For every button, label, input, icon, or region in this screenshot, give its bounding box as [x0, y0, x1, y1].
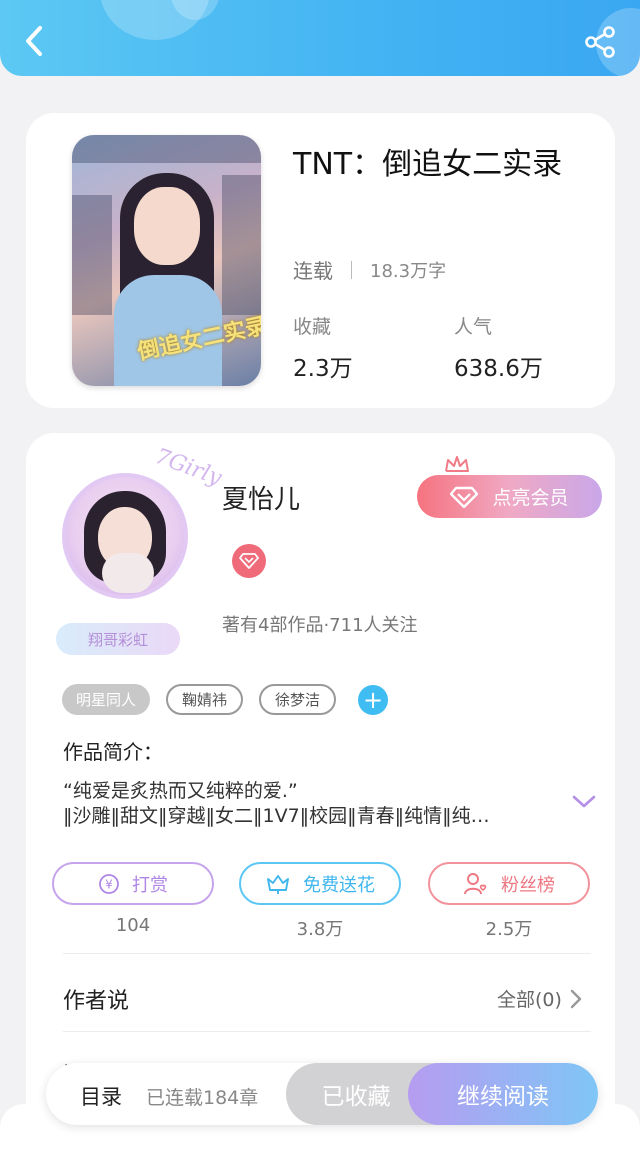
serial-status: 连载 — [293, 259, 333, 283]
cover-film-strip — [72, 195, 112, 315]
avatar-frame-lettering: 7Girly — [151, 444, 225, 491]
add-tag-button[interactable]: + — [358, 684, 389, 715]
author-card: 7Girly 翔哥彩虹 夏怡儿 点亮会员 著有4部作品·711人关注 明星同人 … — [26, 433, 615, 1133]
share-icon — [585, 26, 615, 58]
section-divider — [63, 1031, 591, 1032]
status-divider — [351, 260, 352, 279]
book-cover-image[interactable]: 倒追女二实录 — [72, 135, 261, 386]
intro-text: “纯爱是炙热而又纯粹的爱.” ‖沙雕‖甜文‖穿越‖女二‖1V7‖校园‖青春‖纯情… — [63, 779, 543, 829]
activate-vip-button[interactable]: 点亮会员 — [417, 475, 602, 518]
fans-count: 2.5万 — [485, 919, 533, 940]
yen-coin-icon: ¥ — [99, 873, 119, 894]
tip-button[interactable]: ¥ 打赏 — [52, 862, 214, 905]
all-link-label: 全部(0) — [497, 989, 562, 1011]
section-divider — [63, 953, 591, 954]
reading-action-bar: 目录 已连载184章 已收藏 继续阅读 — [46, 1063, 598, 1125]
flower-count: 3.8万 — [296, 919, 344, 940]
back-arrow-icon — [26, 26, 42, 56]
intro-line: “纯爱是炙热而又纯粹的爱.” — [63, 780, 298, 802]
fan-ranking-button[interactable]: 粉丝榜 — [428, 862, 590, 905]
table-of-contents-button[interactable]: 目录 — [80, 1081, 122, 1111]
tip-count: 104 — [115, 915, 151, 936]
diamond-icon — [450, 486, 479, 508]
book-info-card: 倒追女二实录 TNT：倒追女二实录 连载 18.3万字 收藏 2.3万 人气 6… — [26, 113, 615, 408]
favorites-value: 2.3万 — [293, 356, 353, 382]
diamond-icon — [239, 553, 259, 569]
svg-text:¥: ¥ — [105, 877, 113, 891]
cover-film-strip — [72, 135, 261, 163]
fan-badge[interactable]: 翔哥彩虹 — [56, 623, 180, 655]
author-says-title: 作者说 — [63, 989, 130, 1014]
send-flower-button[interactable]: 免费送花 — [239, 862, 401, 905]
chevron-right-icon — [570, 989, 582, 1008]
collected-label: 已收藏 — [321, 1084, 391, 1110]
share-button[interactable] — [582, 24, 618, 60]
author-says-all-link[interactable]: 全部(0) — [497, 985, 582, 1012]
word-count: 18.3万字 — [370, 260, 447, 282]
popularity-label: 人气 — [454, 316, 493, 338]
chapter-count: 已连载184章 — [146, 1087, 259, 1109]
tip-label: 打赏 — [132, 874, 168, 896]
tag-item[interactable]: 徐梦洁 — [259, 684, 337, 715]
chevron-down-icon — [572, 795, 596, 808]
crown-icon — [445, 456, 469, 472]
plus-icon: + — [362, 685, 384, 714]
intro-label: 作品简介： — [63, 740, 163, 764]
vip-button-label: 点亮会员 — [492, 487, 569, 509]
author-name[interactable]: 夏怡儿 — [222, 479, 300, 516]
avatar-teddy-bear — [102, 553, 154, 593]
tag-list: 明星同人 鞠婧祎 徐梦洁 + — [62, 684, 389, 715]
book-status-row: 连载 18.3万字 — [293, 255, 446, 284]
intro-line: ‖沙雕‖甜文‖穿越‖女二‖1V7‖校园‖青春‖纯情‖纯… — [63, 805, 490, 827]
cover-film-strip — [222, 175, 261, 315]
user-heart-icon — [464, 872, 487, 894]
tag-item[interactable]: 明星同人 — [62, 684, 151, 715]
popularity-value: 638.6万 — [454, 356, 543, 382]
author-avatar[interactable]: 7Girly — [54, 444, 225, 625]
favorites-label: 收藏 — [293, 316, 332, 338]
author-stats: 著有4部作品·711人关注 — [222, 615, 418, 636]
tag-item[interactable]: 鞠婧祎 — [166, 684, 244, 715]
flower-label: 免费送花 — [303, 874, 375, 896]
back-button[interactable] — [18, 22, 52, 60]
expand-intro-button[interactable] — [571, 793, 597, 811]
top-header — [0, 0, 640, 76]
cover-figure-face — [134, 187, 200, 265]
continue-reading-button[interactable]: 继续阅读 — [408, 1063, 598, 1125]
flower-icon — [267, 874, 289, 894]
book-title: TNT：倒追女二实录 — [293, 147, 563, 182]
fans-label: 粉丝榜 — [501, 874, 555, 896]
vip-diamond-badge[interactable] — [232, 544, 266, 578]
